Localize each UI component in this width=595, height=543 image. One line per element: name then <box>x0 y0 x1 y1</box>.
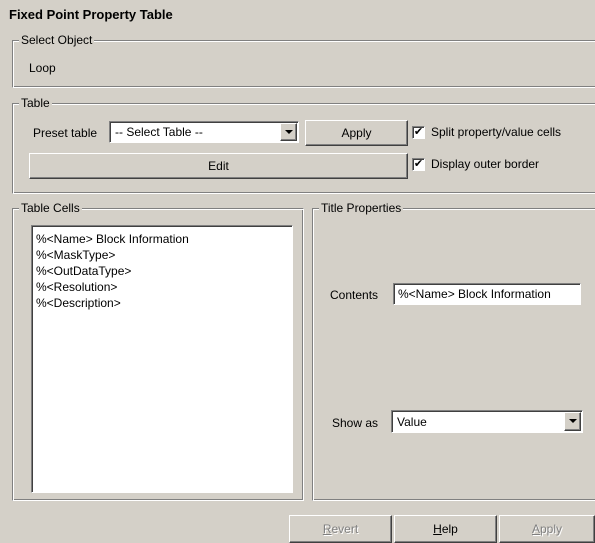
contents-input[interactable]: %<Name> Block Information <box>393 283 581 305</box>
help-button[interactable]: Help <box>394 515 497 543</box>
table-group-label: Table <box>19 96 52 110</box>
show-as-label: Show as <box>332 416 379 430</box>
contents-label: Contents <box>330 288 379 302</box>
show-as-value: Value <box>397 415 427 429</box>
list-item[interactable]: %<Name> Block Information <box>36 232 189 246</box>
list-item[interactable]: %<Description> <box>36 296 121 310</box>
window-title: Fixed Point Property Table <box>9 7 173 22</box>
table-cells-list[interactable]: %<Name> Block Information %<MaskType> %<… <box>31 225 293 493</box>
table-cells-label: Table Cells <box>19 201 82 215</box>
selected-object-value: Loop <box>29 61 56 75</box>
outer-border-label: Display outer border <box>431 157 540 171</box>
edit-button[interactable]: Edit <box>29 153 408 179</box>
preset-table-value: -- Select Table -- <box>115 125 203 139</box>
revert-button[interactable]: Revert <box>289 515 392 543</box>
chevron-down-icon[interactable] <box>280 123 297 141</box>
footer-apply-button[interactable]: Apply <box>499 515 595 543</box>
select-object-group: Select Object Loop <box>12 33 595 88</box>
table-apply-button[interactable]: Apply <box>305 120 408 146</box>
select-object-label: Select Object <box>19 33 95 47</box>
outer-border-checkbox[interactable]: ✔ <box>412 158 425 171</box>
preset-table-select[interactable]: -- Select Table -- <box>109 121 299 143</box>
table-cells-group: Table Cells %<Name> Block Information %<… <box>12 201 304 501</box>
chevron-down-icon[interactable] <box>564 412 581 431</box>
table-group: Table Preset table -- Select Table -- Ap… <box>12 96 595 194</box>
split-cells-label: Split property/value cells <box>431 125 562 139</box>
split-cells-checkbox[interactable]: ✔ <box>412 126 425 139</box>
list-item[interactable]: %<Resolution> <box>36 280 117 294</box>
title-properties-label: Title Properties <box>319 201 404 215</box>
title-properties-group: Title Properties Contents %<Name> Block … <box>312 201 595 501</box>
show-as-select[interactable]: Value <box>391 410 583 433</box>
list-item[interactable]: %<OutDataType> <box>36 264 131 278</box>
list-item[interactable]: %<MaskType> <box>36 248 115 262</box>
preset-table-label: Preset table <box>33 126 98 140</box>
contents-value: %<Name> Block Information <box>398 287 551 301</box>
